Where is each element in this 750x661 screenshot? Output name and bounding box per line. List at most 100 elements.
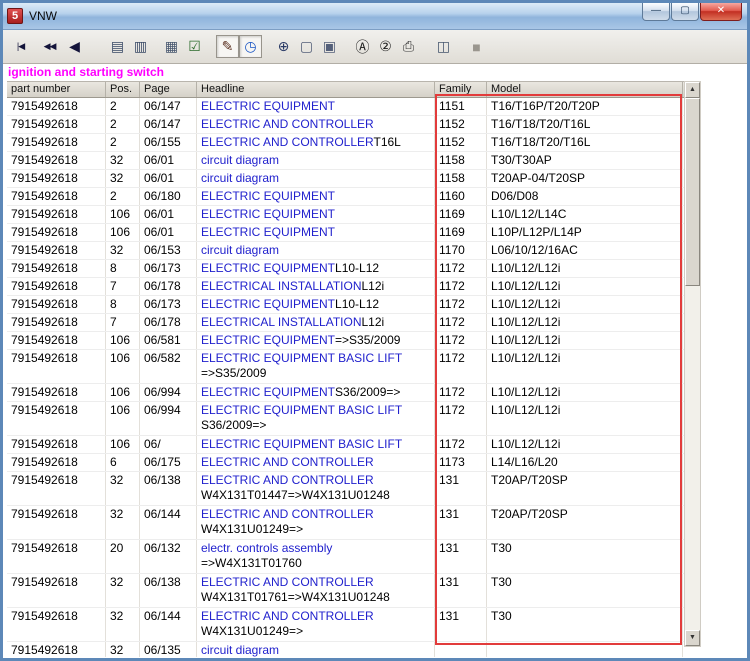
table-row: 7915492618 2 06/147 ELECTRIC AND CONTROL… (7, 116, 684, 134)
nav-first-button[interactable]: |◀ (9, 35, 32, 58)
content-area: ignition and starting switch part number… (3, 64, 747, 657)
headline-link[interactable]: circuit diagram (201, 171, 279, 185)
headline-link[interactable]: ELECTRIC EQUIPMENT (201, 225, 335, 239)
cell-part-number: 7915492618 (7, 332, 106, 349)
cell-headline: ELECTRIC AND CONTROLLER W4X131T01447=>W4X… (197, 472, 435, 505)
cell-part-number: 7915492618 (7, 402, 106, 435)
headline-link[interactable]: ELECTRICAL INSTALLATION (201, 315, 361, 329)
table-row: 7915492618 2 06/147 ELECTRIC EQUIPMENT 1… (7, 98, 684, 116)
table-row: 7915492618 106 06/01 ELECTRIC EQUIPMENT … (7, 224, 684, 242)
edit-page-button[interactable]: ▥ (129, 35, 152, 58)
cell-family: 1152 (435, 116, 487, 133)
column-header-part[interactable]: part number (7, 82, 106, 97)
print-icon: ⎙ (402, 38, 415, 54)
cell-model: L10/L12/L12i (487, 278, 683, 295)
filter-button[interactable]: ▦ (160, 35, 183, 58)
cell-headline: ELECTRIC EQUIPMENT BASIC LIFT =>S35/2009 (197, 350, 435, 383)
cell-part-number: 7915492618 (7, 472, 106, 505)
headline-link[interactable]: ELECTRIC AND CONTROLLER (201, 117, 374, 131)
headline-link[interactable]: ELECTRIC AND CONTROLLER (201, 507, 374, 521)
cell-pos: 7 (106, 278, 140, 295)
headline-link[interactable]: ELECTRIC AND CONTROLLER (201, 135, 373, 149)
column-header-model[interactable]: Model (487, 82, 683, 97)
headline-link[interactable]: ELECTRICAL INSTALLATION (201, 279, 361, 293)
cell-family: 1169 (435, 224, 487, 241)
cell-page: 06/144 (140, 608, 197, 641)
pointer-tool-button[interactable]: ✎ (216, 35, 239, 58)
headline-link[interactable]: ELECTRIC EQUIPMENT (201, 297, 335, 311)
column-header-page[interactable]: Page (140, 82, 197, 97)
headline-link[interactable]: ELECTRIC AND CONTROLLER (201, 473, 374, 487)
scrollbar-up-button[interactable]: ▲ (685, 82, 700, 98)
headline-link[interactable]: ELECTRIC EQUIPMENT BASIC LIFT (201, 437, 402, 451)
zoom-button[interactable]: ⊕ (272, 35, 295, 58)
checklist-button[interactable]: ☑ (183, 35, 206, 58)
stop-button[interactable]: ■ (465, 35, 488, 58)
table-row: 7915492618 106 06/01 ELECTRIC EQUIPMENT … (7, 206, 684, 224)
label-a-button[interactable]: Ⓐ (351, 35, 374, 58)
cell-family: 1172 (435, 278, 487, 295)
column-header-pos[interactable]: Pos. (106, 82, 140, 97)
headline-link[interactable]: ELECTRIC AND CONTROLLER (201, 455, 374, 469)
scrollbar-thumb[interactable] (685, 98, 700, 286)
vertical-scrollbar[interactable]: ▲ ▼ (684, 81, 701, 647)
maximize-button[interactable]: ▢ (671, 3, 699, 21)
cell-headline: ELECTRIC EQUIPMENT (197, 188, 435, 205)
cell-model: L10/L12/L12i (487, 436, 683, 453)
cell-family: 131 (435, 574, 487, 607)
cell-headline: ELECTRIC EQUIPMENT BASIC LIFT (197, 436, 435, 453)
cell-family: 131 (435, 608, 487, 641)
nav-prev-button[interactable]: ◀ (63, 35, 86, 58)
cell-part-number: 7915492618 (7, 574, 106, 607)
headline-link[interactable]: ELECTRIC EQUIPMENT (201, 333, 335, 347)
headline-link[interactable]: circuit diagram (201, 643, 279, 657)
headline-link[interactable]: ELECTRIC AND CONTROLLER (201, 575, 374, 589)
print-button[interactable]: ⎙ (397, 35, 420, 58)
window-title: VNW (29, 9, 57, 23)
jump-page-button[interactable]: ▤ (106, 35, 129, 58)
catalog-button[interactable]: ◫ (432, 35, 455, 58)
headline-link[interactable]: circuit diagram (201, 153, 279, 167)
cell-page: 06/180 (140, 188, 197, 205)
cell-part-number: 7915492618 (7, 152, 106, 169)
headline-line2: W4X131T01447=>W4X131U01248 (201, 488, 390, 502)
headline-link[interactable]: ELECTRIC EQUIPMENT (201, 207, 335, 221)
cell-pos: 20 (106, 540, 140, 573)
cell-family: 1172 (435, 260, 487, 277)
minimize-button[interactable]: — (642, 3, 670, 21)
cell-part-number: 7915492618 (7, 454, 106, 471)
headline-link[interactable]: ELECTRIC EQUIPMENT (201, 99, 335, 113)
cell-page: 06/135 (140, 642, 197, 657)
scrollbar-down-button[interactable]: ▼ (685, 630, 700, 646)
titlebar[interactable]: 5 VNW — ▢ ✕ (3, 3, 747, 30)
headline-link[interactable]: ELECTRIC EQUIPMENT (201, 261, 335, 275)
headline-link[interactable]: ELECTRIC EQUIPMENT (201, 189, 335, 203)
headline-link[interactable]: electr. controls assembly (201, 541, 332, 555)
single-page-button[interactable]: ▢ (295, 35, 318, 58)
nav-rewind-button[interactable]: ◀◀ (38, 35, 61, 58)
cell-pos: 106 (106, 224, 140, 241)
column-header-family[interactable]: Family (435, 82, 487, 97)
cell-model: L10/L12/L12i (487, 314, 683, 331)
table-row: 7915492618 32 06/135 circuit diagram (7, 642, 684, 657)
headline-line2: =>S35/2009 (201, 366, 267, 380)
table-row: 7915492618 32 06/144 ELECTRIC AND CONTRO… (7, 506, 684, 540)
cell-headline: ELECTRIC AND CONTROLLER W4X131T01761=>W4X… (197, 574, 435, 607)
cell-headline: ELECTRIC AND CONTROLLER (197, 116, 435, 133)
cell-pos: 32 (106, 506, 140, 539)
cell-family: 1172 (435, 402, 487, 435)
table-row: 7915492618 2 06/180 ELECTRIC EQUIPMENT 1… (7, 188, 684, 206)
multi-page-button[interactable]: ▣ (318, 35, 341, 58)
headline-line2: S36/2009=> (201, 418, 267, 432)
headline-link[interactable]: circuit diagram (201, 243, 279, 257)
headline-link[interactable]: ELECTRIC EQUIPMENT BASIC LIFT (201, 403, 402, 417)
headline-suffix: L12i (361, 315, 385, 329)
history-button[interactable]: ◷ (239, 35, 262, 58)
column-header-headline[interactable]: Headline (197, 82, 435, 97)
cell-page: 06/994 (140, 384, 197, 401)
headline-link[interactable]: ELECTRIC EQUIPMENT (201, 385, 335, 399)
label-2-button[interactable]: ② (374, 35, 397, 58)
headline-link[interactable]: ELECTRIC EQUIPMENT BASIC LIFT (201, 351, 402, 365)
headline-link[interactable]: ELECTRIC AND CONTROLLER (201, 609, 374, 623)
close-button[interactable]: ✕ (700, 3, 742, 21)
